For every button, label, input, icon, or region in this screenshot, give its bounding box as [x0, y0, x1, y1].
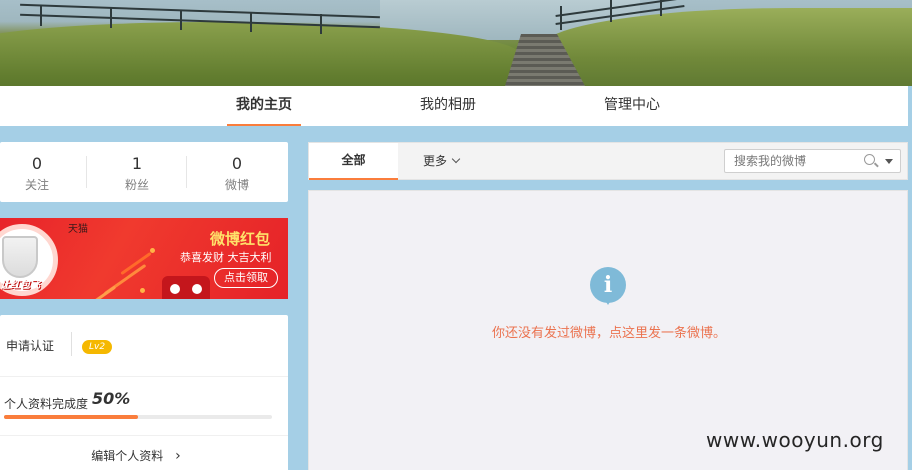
tab-more[interactable]: 更多 — [423, 143, 461, 180]
banner-fence-post — [250, 12, 252, 32]
empty-feed-message[interactable]: 你还没有发过微博，点这里发一条微博。 — [309, 322, 909, 341]
verify-divider — [71, 332, 72, 356]
banner-fence-post — [320, 14, 322, 34]
stat-divider — [186, 156, 187, 188]
promo-dot — [140, 288, 145, 293]
banner-fence-post — [660, 0, 662, 16]
caret-down-icon[interactable] — [885, 159, 893, 164]
completion-progress-fill — [4, 415, 138, 419]
completion-percent: 50% — [92, 389, 131, 408]
stats-card: 0 关注 1 粉丝 0 微博 — [0, 142, 288, 202]
completion-label: 个人资料完成度 — [4, 397, 89, 411]
tab-my-album[interactable]: 我的相册 — [411, 86, 485, 126]
promo-subtitle: 恭喜发财 大吉大利 — [180, 251, 272, 264]
promo-slogan: 让红包飞 — [0, 280, 40, 291]
promo-dot — [150, 248, 155, 253]
tmall-logo: 天猫 — [68, 224, 88, 235]
edit-profile-link[interactable]: 编辑个人资料 › — [0, 447, 272, 464]
chevron-down-icon — [451, 154, 461, 164]
tab-manage-center[interactable]: 管理中心 — [595, 86, 669, 126]
search-box — [724, 149, 901, 173]
claim-button[interactable]: 点击领取 — [214, 268, 278, 288]
stat-divider — [86, 156, 87, 188]
stat-following-label: 关注 — [24, 178, 49, 192]
stat-followers[interactable]: 1 粉丝 — [97, 154, 177, 194]
banner-fence-post — [560, 6, 562, 30]
banner-fence-post — [180, 10, 182, 30]
banner-fence-post — [110, 8, 112, 28]
cover-banner — [0, 0, 912, 86]
stat-weibo-label: 微博 — [224, 178, 249, 192]
tab-all[interactable]: 全部 — [309, 143, 398, 180]
apply-verify-link[interactable]: 申请认证 — [6, 337, 54, 354]
stat-followers-count: 1 — [131, 154, 143, 173]
tmall-cat-icon — [162, 276, 210, 299]
banner-fence-post — [40, 6, 42, 26]
divider — [0, 376, 288, 377]
stat-following-count: 0 — [31, 154, 43, 173]
banner-fence-post — [610, 0, 612, 22]
tmall-cat-eye — [192, 284, 202, 294]
promo-title: 微博红包 — [210, 230, 271, 248]
profile-nav: 我的主页 我的相册 管理中心 — [0, 86, 908, 126]
chevron-right-icon: › — [175, 448, 181, 464]
stat-followers-label: 粉丝 — [124, 178, 149, 192]
search-icon[interactable] — [864, 154, 875, 165]
feed-tab-bar: 全部 更多 — [308, 142, 908, 180]
search-input[interactable] — [725, 150, 855, 172]
edit-profile-label: 编辑个人资料 — [91, 449, 164, 463]
tmall-cat-eye — [170, 284, 180, 294]
completion-progress-bar — [4, 415, 272, 419]
cup-icon — [2, 236, 38, 278]
stat-weibo-count: 0 — [231, 154, 243, 173]
profile-card: 申请认证 Lv2 个人资料完成度 50% 编辑个人资料 › — [0, 315, 288, 470]
divider — [0, 435, 288, 436]
red-packet-promo[interactable]: 让红包飞 天猫 微博红包 恭喜发财 大吉大利 点击领取 — [0, 218, 288, 299]
tab-my-home[interactable]: 我的主页 — [227, 86, 301, 126]
stat-following[interactable]: 0 关注 — [0, 154, 77, 194]
info-glyph: i — [603, 272, 613, 298]
tab-more-label: 更多 — [423, 154, 448, 168]
stat-weibo[interactable]: 0 微博 — [197, 154, 277, 194]
watermark: www.wooyun.org — [706, 428, 884, 452]
level-badge[interactable]: Lv2 — [82, 340, 113, 354]
info-icon: i — [590, 267, 626, 305]
promo-streak — [89, 285, 117, 299]
